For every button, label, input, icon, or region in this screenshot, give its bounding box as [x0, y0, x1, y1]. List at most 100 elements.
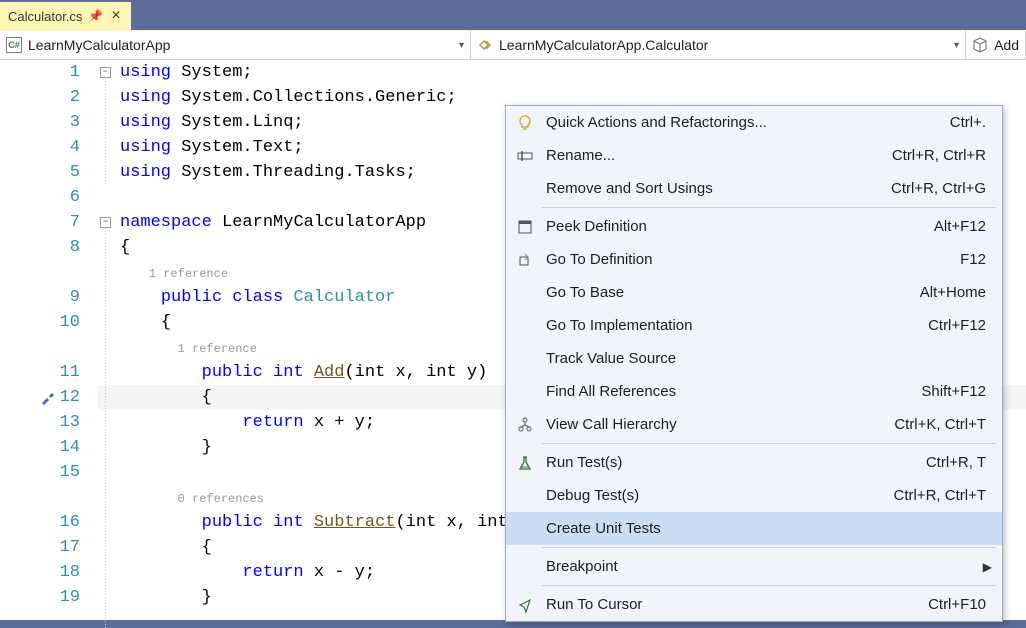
menu-shortcut: F12	[960, 251, 986, 268]
menu-item-debug-test-s[interactable]: Debug Test(s)Ctrl+R, Ctrl+T	[506, 479, 1002, 512]
file-tab[interactable]: Calculator.cs 📌 ×	[0, 2, 131, 30]
line-number: 7	[0, 210, 80, 235]
pin-icon[interactable]: 📌	[88, 9, 103, 23]
menu-separator	[542, 207, 996, 208]
namespace: System.Text;	[171, 138, 304, 157]
codelens-references[interactable]: 0 references	[178, 492, 264, 506]
menu-item-quick-actions-and-refactorings[interactable]: Quick Actions and Refactorings...Ctrl+.	[506, 106, 1002, 139]
menu-item-label: Go To Definition	[546, 251, 960, 268]
blank-icon	[516, 284, 534, 302]
menu-item-go-to-base[interactable]: Go To BaseAlt+Home	[506, 276, 1002, 309]
cube-icon	[972, 37, 988, 53]
menu-item-remove-and-sort-usings[interactable]: Remove and Sort UsingsCtrl+R, Ctrl+G	[506, 172, 1002, 205]
line-number: 14	[0, 435, 80, 460]
menu-item-label: Go To Implementation	[546, 317, 928, 334]
brace: {	[120, 238, 130, 257]
blank-icon	[516, 520, 534, 538]
keyword: namespace	[120, 213, 212, 232]
menu-shortcut: Alt+Home	[920, 284, 986, 301]
menu-item-label: View Call Hierarchy	[546, 416, 894, 433]
keyword: int	[273, 363, 314, 382]
brace: {	[202, 538, 212, 557]
hierarchy-icon	[516, 416, 534, 434]
menu-item-run-test-s[interactable]: Run Test(s)Ctrl+R, T	[506, 446, 1002, 479]
namespace: System.Collections.Generic;	[171, 88, 457, 107]
brace: }	[202, 588, 212, 607]
menu-item-run-to-cursor[interactable]: Run To CursorCtrl+F10	[506, 588, 1002, 621]
menu-shortcut: Ctrl+R, Ctrl+G	[891, 180, 986, 197]
menu-item-label: Peek Definition	[546, 218, 934, 235]
screwdriver-icon[interactable]	[40, 389, 56, 405]
line-number	[0, 260, 80, 285]
menu-item-label: Rename...	[546, 147, 892, 164]
class-name: LearnMyCalculatorApp.Calculator	[499, 37, 708, 53]
method-name: Subtract	[314, 513, 396, 532]
type-name: Calculator	[293, 288, 395, 307]
line-number: 17	[0, 535, 80, 560]
rename-icon	[516, 147, 534, 165]
method-name: Add	[314, 363, 345, 382]
keyword: public class	[161, 288, 294, 307]
menu-item-breakpoint[interactable]: Breakpoint▶	[506, 550, 1002, 583]
menu-item-label: Debug Test(s)	[546, 487, 893, 504]
line-number: 18	[0, 560, 80, 585]
menu-item-label: Go To Base	[546, 284, 920, 301]
menu-item-label: Breakpoint	[546, 558, 983, 575]
line-number: 11	[0, 360, 80, 385]
chevron-down-icon: ▾	[954, 40, 959, 51]
keyword: using	[120, 113, 171, 132]
menu-item-go-to-definition[interactable]: Go To DefinitionF12	[506, 243, 1002, 276]
close-icon[interactable]: ×	[109, 7, 122, 25]
line-number: 8	[0, 235, 80, 260]
menu-shortcut: Shift+F12	[921, 383, 986, 400]
tab-title: Calculator.cs	[8, 9, 82, 24]
menu-item-label: Create Unit Tests	[546, 520, 992, 537]
line-number: 2	[0, 85, 80, 110]
submenu-arrow-icon: ▶	[983, 560, 992, 574]
code-content[interactable]: using System; using System.Collections.G…	[98, 60, 538, 620]
tab-bar: Calculator.cs 📌 ×	[0, 0, 1026, 30]
line-number: 1	[0, 60, 80, 85]
menu-item-view-call-hierarchy[interactable]: View Call HierarchyCtrl+K, Ctrl+T	[506, 408, 1002, 441]
menu-item-label: Run To Cursor	[546, 596, 928, 613]
blank-icon	[516, 487, 534, 505]
menu-item-peek-definition[interactable]: Peek DefinitionAlt+F12	[506, 210, 1002, 243]
csharp-icon: C#	[6, 37, 22, 53]
line-number: 5	[0, 160, 80, 185]
menu-shortcut: Alt+F12	[934, 218, 986, 235]
keyword: using	[120, 63, 171, 82]
keyword: using	[120, 163, 171, 182]
blank-icon	[516, 350, 534, 368]
menu-shortcut: Ctrl+R, Ctrl+T	[893, 487, 986, 504]
line-number: 4	[0, 135, 80, 160]
params: (int x, int y)	[344, 363, 487, 382]
goto-icon	[516, 251, 534, 269]
project-dropdown[interactable]: C# LearnMyCalculatorApp ▾	[0, 31, 471, 59]
namespace: System.Linq;	[171, 113, 304, 132]
menu-item-label: Remove and Sort Usings	[546, 180, 891, 197]
menu-shortcut: Ctrl+F12	[928, 317, 986, 334]
menu-shortcut: Ctrl+R, T	[926, 454, 986, 471]
menu-item-find-all-references[interactable]: Find All ReferencesShift+F12	[506, 375, 1002, 408]
blank-icon	[516, 383, 534, 401]
line-number: 13	[0, 410, 80, 435]
line-number: 10	[0, 310, 80, 335]
menu-item-go-to-implementation[interactable]: Go To ImplementationCtrl+F12	[506, 309, 1002, 342]
project-name: LearnMyCalculatorApp	[28, 37, 170, 53]
menu-item-label: Find All References	[546, 383, 921, 400]
menu-item-track-value-source[interactable]: Track Value Source	[506, 342, 1002, 375]
blank-icon	[516, 180, 534, 198]
peek-icon	[516, 218, 534, 236]
codelens-references[interactable]: 1 reference	[149, 267, 228, 281]
keyword: using	[120, 88, 171, 107]
codelens-references[interactable]: 1 reference	[178, 342, 257, 356]
line-number: 16	[0, 510, 80, 535]
member-dropdown[interactable]: Add	[966, 31, 1026, 59]
menu-item-create-unit-tests[interactable]: Create Unit Tests	[506, 512, 1002, 545]
menu-item-rename[interactable]: Rename...Ctrl+R, Ctrl+R	[506, 139, 1002, 172]
menu-separator	[542, 585, 996, 586]
line-number	[0, 485, 80, 510]
namespace: LearnMyCalculatorApp	[212, 213, 426, 232]
class-dropdown[interactable]: LearnMyCalculatorApp.Calculator ▾	[471, 31, 966, 59]
menu-shortcut: Ctrl+K, Ctrl+T	[894, 416, 986, 433]
